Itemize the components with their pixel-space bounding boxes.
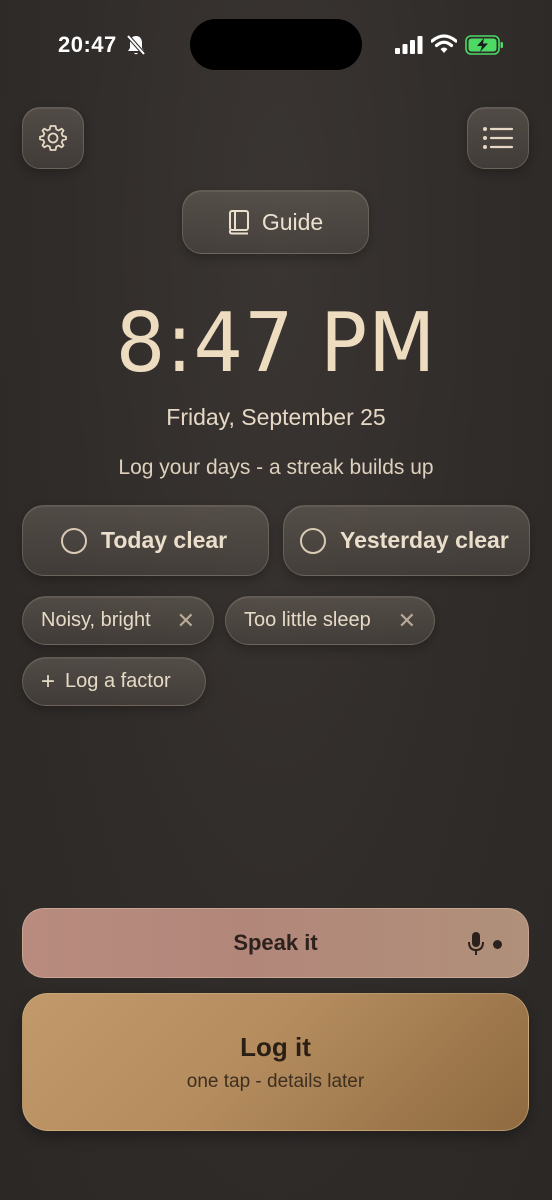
log-it-button[interactable]: Log it one tap - details later [22, 993, 529, 1131]
factor-chip-label: Noisy, bright [41, 609, 151, 631]
signal-icon [395, 36, 423, 54]
status-time: 20:47 [58, 32, 117, 57]
recording-dot [493, 939, 502, 949]
guide-label: Guide [261, 208, 324, 235]
log-it-subtitle: one tap - details later [186, 1070, 365, 1092]
wifi-icon [431, 34, 457, 53]
radio-circle-icon [300, 527, 326, 554]
radio-circle-icon [61, 527, 87, 554]
mic-indicator [467, 931, 502, 957]
gear-icon [39, 125, 67, 151]
log-it-title: Log it [240, 1031, 311, 1062]
log-factor-button[interactable]: + Log a factor [22, 657, 206, 706]
today-clear-label: Today clear [101, 527, 228, 553]
log-factor-label: Log a factor [65, 670, 171, 692]
yesterday-clear-label: Yesterday clear [340, 527, 509, 553]
tagline: Log your days - a streak builds up [118, 456, 434, 479]
factor-chip[interactable]: Too little sleep ✕ [225, 596, 435, 645]
factor-chip-label: Too little sleep [244, 609, 371, 631]
factor-chip[interactable]: Noisy, bright ✕ [22, 596, 214, 645]
list-button[interactable] [467, 107, 529, 169]
speak-it-button[interactable]: Speak it [22, 908, 529, 978]
battery-charging-icon [465, 35, 503, 55]
guide-button[interactable]: Guide [182, 190, 369, 254]
bell-off-icon [126, 34, 146, 56]
settings-button[interactable] [22, 107, 84, 169]
yesterday-clear-button[interactable]: Yesterday clear [283, 505, 530, 576]
microphone-icon [468, 932, 484, 955]
dynamic-island [190, 19, 362, 70]
book-icon [228, 210, 249, 235]
remove-factor-icon[interactable]: ✕ [177, 609, 195, 632]
list-icon [483, 127, 514, 149]
clock-time: 8:47 PM [115, 296, 437, 391]
clock-date: Friday, September 25 [166, 404, 386, 430]
speak-it-label: Speak it [233, 930, 318, 955]
home-screen: 20:47 Guide 8:47 PM Friday, September 25… [0, 0, 552, 1200]
today-clear-button[interactable]: Today clear [22, 505, 269, 576]
remove-factor-icon[interactable]: ✕ [398, 609, 416, 632]
plus-icon: + [41, 667, 56, 695]
